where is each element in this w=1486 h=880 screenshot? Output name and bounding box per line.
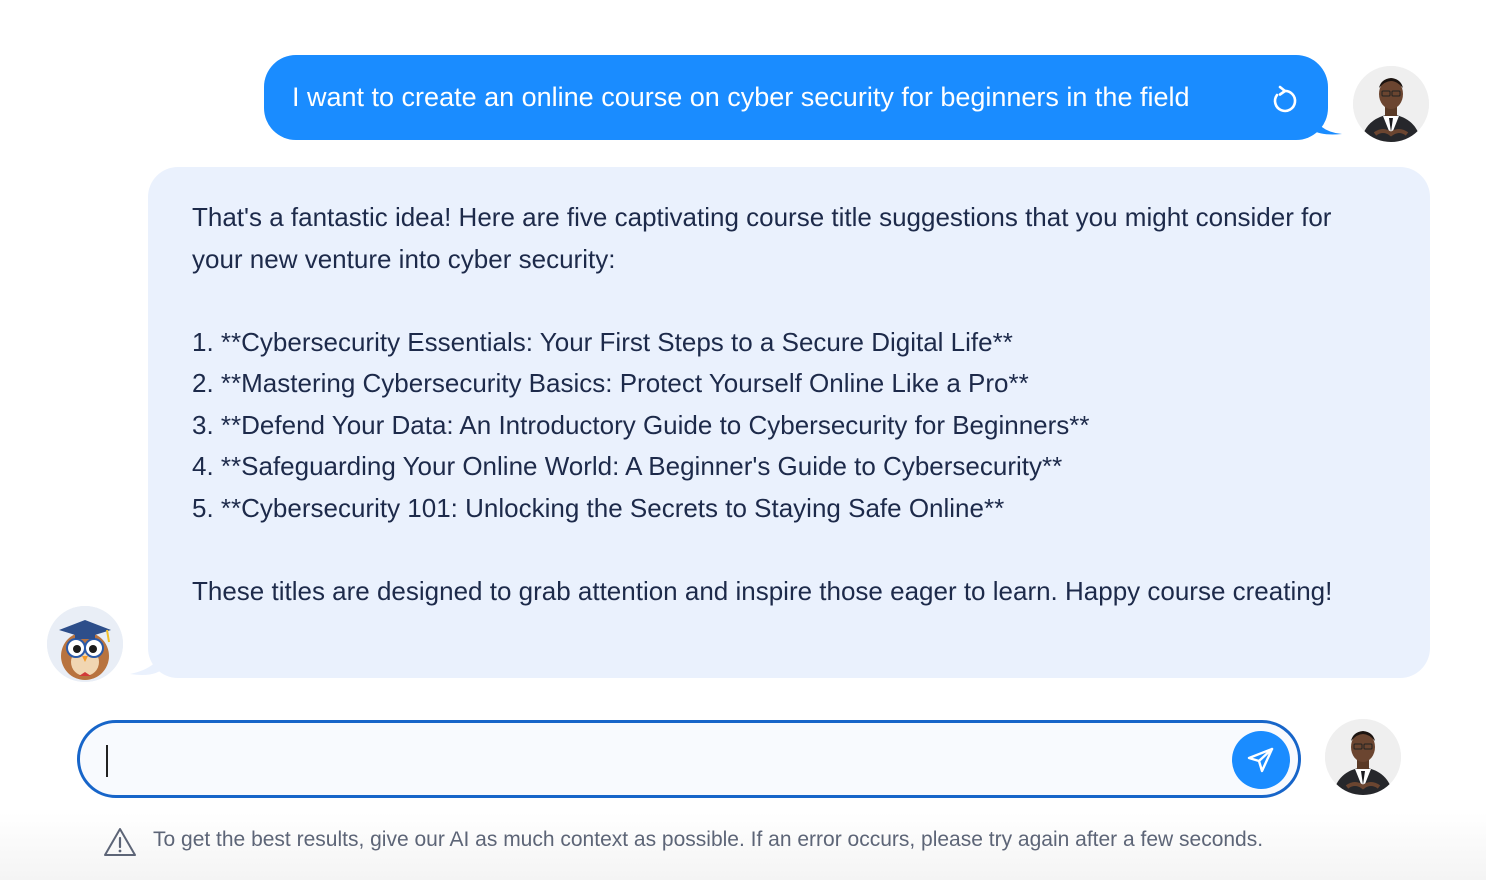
chat-page: I want to create an online course on cyb… bbox=[0, 0, 1486, 880]
user-message-bubble: I want to create an online course on cyb… bbox=[264, 55, 1328, 140]
owl-mascot-avatar bbox=[47, 606, 123, 682]
send-icon bbox=[1247, 747, 1274, 773]
current-user-avatar[interactable] bbox=[1325, 719, 1401, 795]
message-input[interactable] bbox=[110, 733, 1210, 785]
list-item: 4. **Safeguarding Your Online World: A B… bbox=[192, 451, 1063, 481]
footer-notice-text: To get the best results, give our AI as … bbox=[153, 828, 1264, 851]
refresh-icon[interactable] bbox=[1268, 83, 1300, 115]
list-item: 2. **Mastering Cybersecurity Basics: Pro… bbox=[192, 368, 1029, 398]
footer-notice-bar: To get the best results, give our AI as … bbox=[0, 812, 1486, 880]
send-button[interactable] bbox=[1232, 731, 1290, 789]
text-caret bbox=[106, 745, 108, 777]
user-avatar bbox=[1353, 66, 1429, 142]
warning-icon bbox=[104, 828, 136, 856]
assistant-outro: These titles are designed to grab attent… bbox=[192, 575, 1333, 606]
course-title-list: 1. **Cybersecurity Essentials: Your Firs… bbox=[192, 322, 1386, 530]
user-message-text: I want to create an online course on cyb… bbox=[292, 82, 1190, 112]
list-item: 5. **Cybersecurity 101: Unlocking the Se… bbox=[192, 492, 1005, 523]
list-item: 3. **Defend Your Data: An Introductory G… bbox=[192, 409, 1090, 440]
assistant-bubble-tail bbox=[130, 644, 166, 675]
assistant-intro: That's a fantastic idea! Here are five c… bbox=[192, 202, 1332, 274]
user-bubble-tail bbox=[1312, 112, 1342, 135]
list-item: 1. **Cybersecurity Essentials: Your Firs… bbox=[192, 326, 1013, 357]
message-composer bbox=[77, 720, 1301, 798]
assistant-message-bubble: That's a fantastic idea! Here are five c… bbox=[148, 167, 1430, 678]
